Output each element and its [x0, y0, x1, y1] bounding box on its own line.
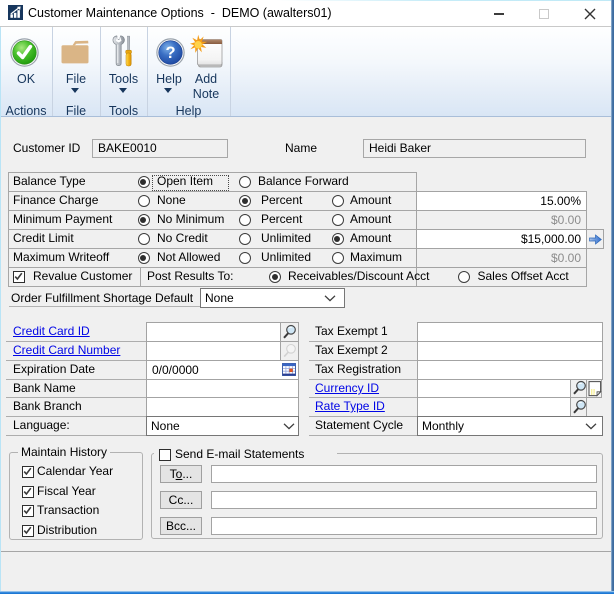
svg-text:?: ?	[165, 44, 175, 62]
